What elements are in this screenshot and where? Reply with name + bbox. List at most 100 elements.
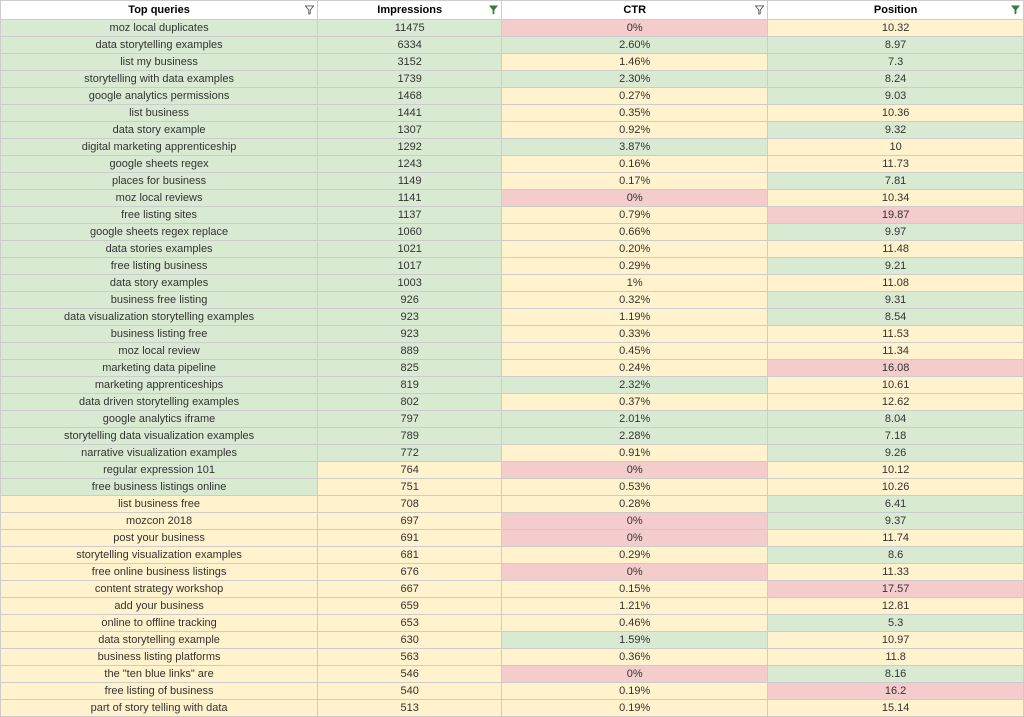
cell-ctr[interactable]: 0% — [502, 190, 768, 207]
cell-query[interactable]: list my business — [1, 54, 318, 71]
cell-ctr[interactable]: 0.27% — [502, 88, 768, 105]
cell-ctr[interactable]: 0.92% — [502, 122, 768, 139]
cell-position[interactable]: 10.97 — [768, 632, 1024, 649]
cell-impressions[interactable]: 923 — [318, 326, 502, 343]
cell-ctr[interactable]: 0.29% — [502, 258, 768, 275]
cell-impressions[interactable]: 889 — [318, 343, 502, 360]
cell-impressions[interactable]: 691 — [318, 530, 502, 547]
cell-impressions[interactable]: 1149 — [318, 173, 502, 190]
cell-impressions[interactable]: 1468 — [318, 88, 502, 105]
cell-impressions[interactable]: 772 — [318, 445, 502, 462]
cell-position[interactable]: 17.57 — [768, 581, 1024, 598]
cell-impressions[interactable]: 630 — [318, 632, 502, 649]
cell-query[interactable]: data story examples — [1, 275, 318, 292]
cell-position[interactable]: 9.03 — [768, 88, 1024, 105]
cell-impressions[interactable]: 1441 — [318, 105, 502, 122]
cell-impressions[interactable]: 513 — [318, 700, 502, 717]
cell-position[interactable]: 9.32 — [768, 122, 1024, 139]
cell-query[interactable]: free listing sites — [1, 207, 318, 224]
cell-position[interactable]: 9.26 — [768, 445, 1024, 462]
cell-ctr[interactable]: 0% — [502, 20, 768, 37]
cell-position[interactable]: 11.34 — [768, 343, 1024, 360]
cell-query[interactable]: storytelling visualization examples — [1, 547, 318, 564]
cell-position[interactable]: 10.32 — [768, 20, 1024, 37]
cell-position[interactable]: 8.16 — [768, 666, 1024, 683]
cell-position[interactable]: 10.61 — [768, 377, 1024, 394]
cell-impressions[interactable]: 11475 — [318, 20, 502, 37]
cell-query[interactable]: part of story telling with data — [1, 700, 318, 717]
cell-ctr[interactable]: 1.19% — [502, 309, 768, 326]
cell-ctr[interactable]: 0% — [502, 462, 768, 479]
cell-ctr[interactable]: 0.36% — [502, 649, 768, 666]
cell-query[interactable]: places for business — [1, 173, 318, 190]
cell-query[interactable]: marketing data pipeline — [1, 360, 318, 377]
cell-ctr[interactable]: 0.79% — [502, 207, 768, 224]
cell-position[interactable]: 16.08 — [768, 360, 1024, 377]
cell-query[interactable]: moz local duplicates — [1, 20, 318, 37]
cell-position[interactable]: 9.37 — [768, 513, 1024, 530]
cell-impressions[interactable]: 540 — [318, 683, 502, 700]
cell-impressions[interactable]: 659 — [318, 598, 502, 615]
cell-ctr[interactable]: 0.53% — [502, 479, 768, 496]
cell-query[interactable]: digital marketing apprenticeship — [1, 139, 318, 156]
cell-position[interactable]: 10.12 — [768, 462, 1024, 479]
cell-impressions[interactable]: 1137 — [318, 207, 502, 224]
cell-query[interactable]: list business — [1, 105, 318, 122]
cell-impressions[interactable]: 789 — [318, 428, 502, 445]
cell-ctr[interactable]: 0.37% — [502, 394, 768, 411]
filter-icon[interactable] — [755, 6, 764, 15]
cell-ctr[interactable]: 0.46% — [502, 615, 768, 632]
cell-impressions[interactable]: 563 — [318, 649, 502, 666]
filter-icon[interactable] — [489, 6, 498, 15]
cell-position[interactable]: 15.14 — [768, 700, 1024, 717]
cell-position[interactable]: 11.48 — [768, 241, 1024, 258]
cell-ctr[interactable]: 2.32% — [502, 377, 768, 394]
cell-query[interactable]: mozcon 2018 — [1, 513, 318, 530]
cell-query[interactable]: google sheets regex replace — [1, 224, 318, 241]
cell-impressions[interactable]: 708 — [318, 496, 502, 513]
cell-position[interactable]: 9.97 — [768, 224, 1024, 241]
cell-position[interactable]: 8.97 — [768, 37, 1024, 54]
cell-ctr[interactable]: 2.01% — [502, 411, 768, 428]
cell-impressions[interactable]: 926 — [318, 292, 502, 309]
cell-position[interactable]: 12.81 — [768, 598, 1024, 615]
cell-position[interactable]: 10 — [768, 139, 1024, 156]
cell-query[interactable]: data visualization storytelling examples — [1, 309, 318, 326]
cell-position[interactable]: 8.54 — [768, 309, 1024, 326]
cell-ctr[interactable]: 0% — [502, 564, 768, 581]
cell-position[interactable]: 7.3 — [768, 54, 1024, 71]
cell-impressions[interactable]: 3152 — [318, 54, 502, 71]
cell-ctr[interactable]: 1.21% — [502, 598, 768, 615]
cell-query[interactable]: data story example — [1, 122, 318, 139]
cell-impressions[interactable]: 1243 — [318, 156, 502, 173]
cell-ctr[interactable]: 0.33% — [502, 326, 768, 343]
cell-query[interactable]: storytelling data visualization examples — [1, 428, 318, 445]
cell-query[interactable]: regular expression 101 — [1, 462, 318, 479]
cell-ctr[interactable]: 0% — [502, 666, 768, 683]
cell-position[interactable]: 19.87 — [768, 207, 1024, 224]
cell-impressions[interactable]: 751 — [318, 479, 502, 496]
cell-query[interactable]: moz local review — [1, 343, 318, 360]
cell-impressions[interactable]: 1739 — [318, 71, 502, 88]
cell-query[interactable]: online to offline tracking — [1, 615, 318, 632]
cell-position[interactable]: 10.26 — [768, 479, 1024, 496]
cell-ctr[interactable]: 0.19% — [502, 683, 768, 700]
cell-impressions[interactable]: 1021 — [318, 241, 502, 258]
cell-ctr[interactable]: 0% — [502, 530, 768, 547]
cell-position[interactable]: 11.53 — [768, 326, 1024, 343]
cell-ctr[interactable]: 0.28% — [502, 496, 768, 513]
cell-ctr[interactable]: 1.59% — [502, 632, 768, 649]
cell-impressions[interactable]: 6334 — [318, 37, 502, 54]
cell-position[interactable]: 11.73 — [768, 156, 1024, 173]
cell-query[interactable]: data driven storytelling examples — [1, 394, 318, 411]
cell-ctr[interactable]: 2.60% — [502, 37, 768, 54]
filter-icon[interactable] — [1011, 6, 1020, 15]
cell-impressions[interactable]: 1017 — [318, 258, 502, 275]
cell-query[interactable]: free business listings online — [1, 479, 318, 496]
cell-impressions[interactable]: 1060 — [318, 224, 502, 241]
cell-position[interactable]: 10.34 — [768, 190, 1024, 207]
cell-query[interactable]: add your business — [1, 598, 318, 615]
cell-ctr[interactable]: 0.32% — [502, 292, 768, 309]
cell-ctr[interactable]: 2.28% — [502, 428, 768, 445]
cell-position[interactable]: 8.04 — [768, 411, 1024, 428]
